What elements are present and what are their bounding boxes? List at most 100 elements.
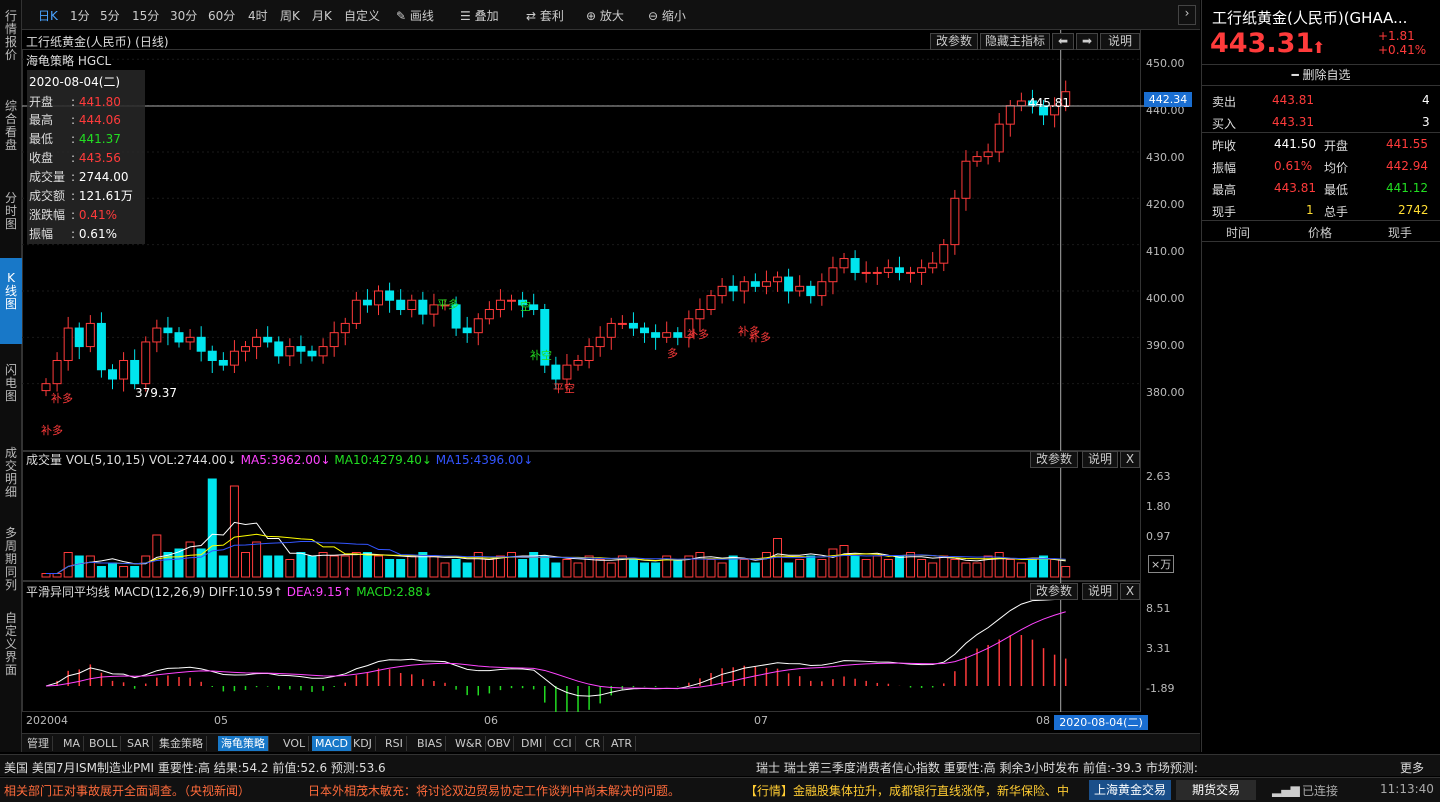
side-tab-intraday[interactable]: 分时图 [0, 190, 22, 233]
candle-body [484, 309, 494, 320]
volume-bar [141, 555, 151, 578]
signal-duo: 多 [667, 347, 678, 360]
period-4h[interactable]: 4时 [248, 7, 268, 24]
tab-manage[interactable]: 管理 [24, 736, 53, 751]
tab-sge[interactable]: 上海黄金交易 [1089, 780, 1171, 800]
main-params-button[interactable]: 改参数 [930, 33, 978, 50]
candle-body [961, 160, 971, 199]
zoom-in-button[interactable]: ⊕ 放大 [586, 7, 624, 24]
macd-close-button[interactable]: X [1120, 583, 1140, 600]
period-5min[interactable]: 5分 [100, 7, 120, 24]
period-60min[interactable]: 60分 [208, 7, 235, 24]
tab-cr[interactable]: CR [582, 736, 605, 751]
tab-cci[interactable]: CCI [550, 736, 576, 751]
vol-params-button[interactable]: 改参数 [1030, 451, 1078, 468]
zoom-out-button[interactable]: ⊖ 缩小 [648, 7, 686, 24]
vol-legend: 成交量 VOL(5,10,15) VOL:2744.00↓ MA5:3962.0… [26, 453, 534, 467]
tab-obv[interactable]: OBV [484, 736, 515, 751]
volume-bar [130, 566, 140, 578]
tab-atr[interactable]: ATR [608, 736, 637, 751]
tab-sar[interactable]: SAR [124, 736, 154, 751]
tab-futures[interactable]: 期货交易 [1176, 780, 1256, 800]
tab-vol[interactable]: VOL [280, 736, 310, 751]
chart-area[interactable]: 工行纸黄金(人民币) (日线) 海龟策略 HGCL 改参数 隐藏主指标 ⬅ ➡ … [22, 30, 1200, 730]
side-tab-flash[interactable]: 闪电图 [0, 362, 22, 405]
side-tab-quote[interactable]: 行情报价 [0, 8, 22, 64]
prev-arrow-button[interactable]: ⬅ [1052, 33, 1074, 50]
period-30min[interactable]: 30分 [170, 7, 197, 24]
tab-wr[interactable]: W&R [452, 736, 487, 751]
stat-label: 现手 [1212, 205, 1237, 219]
side-tab-trades[interactable]: 成交明细 [0, 445, 22, 501]
volume-bar [396, 559, 406, 578]
period-15min[interactable]: 15分 [132, 7, 159, 24]
date-tick: 05 [214, 714, 228, 727]
main-help-button[interactable]: 说明 [1100, 33, 1140, 50]
volume-bar [152, 534, 162, 578]
candle-body [407, 299, 417, 311]
tab-ma[interactable]: MA [60, 736, 85, 751]
period-month[interactable]: 月K [312, 7, 332, 24]
side-tab-overview[interactable]: 综合看盘 [0, 98, 22, 154]
draw-line-button[interactable]: ✎ 画线 [396, 7, 434, 24]
info-row: 收盘: 443.56 [29, 151, 121, 165]
overlay-button[interactable]: ☰ 叠加 [460, 7, 499, 24]
candle-info-box: 2020-08-04(二) 开盘: 441.80 最高: 444.06 最低: … [27, 70, 145, 244]
volume-bar [784, 562, 794, 578]
macd-help-button[interactable]: 说明 [1082, 583, 1118, 600]
vol-close-button[interactable]: X [1120, 451, 1140, 468]
candle-body [983, 151, 993, 158]
side-tab-multiperiod[interactable]: 多周期同列 [0, 525, 22, 594]
volume-bar [673, 559, 683, 578]
macd-params-button[interactable]: 改参数 [1030, 583, 1078, 600]
tab-jijin[interactable]: 集金策略 [156, 736, 207, 751]
volume-bar [41, 573, 51, 578]
candle-body [296, 346, 306, 352]
period-1min[interactable]: 1分 [70, 7, 90, 24]
news-ticker: 相关部门正对事故展开全面调查。（央视新闻） 日本外相茂木敏充：将讨论双边贸易协定… [0, 777, 1440, 802]
volume-bar [495, 555, 505, 578]
period-day[interactable]: 日K [38, 7, 58, 24]
candle-body [329, 332, 339, 348]
candle-body [994, 123, 1004, 153]
candle-body [163, 327, 173, 334]
period-custom[interactable]: 自定义 [344, 7, 380, 24]
stat-value: 1 [1306, 203, 1314, 217]
chart-canvas[interactable] [22, 30, 1200, 712]
tick-table-header: 时间 价格 现手 [1202, 220, 1440, 242]
tab-bias[interactable]: BIAS [414, 736, 447, 751]
tab-dmi[interactable]: DMI [518, 736, 547, 751]
ask-price: 443.81 [1272, 93, 1314, 107]
calendar-item[interactable]: 瑞士 瑞士第三季度消费者信心指数 重要性:高 剩余3小时发布 前值:-39.3 … [756, 759, 1198, 776]
candle-body [152, 327, 162, 343]
tab-turtle[interactable]: 海龟策略 [218, 736, 269, 751]
news-item[interactable]: 日本外相茂木敏充：将讨论双边贸易协定工作谈判中尚未解决的问题。 [308, 782, 680, 799]
calendar-item[interactable]: 美国 美国7月ISM制造业PMI 重要性:高 结果:54.2 前值:52.6 预… [4, 759, 386, 776]
tab-kdj[interactable]: KDJ [350, 736, 376, 751]
signal-bu-duo: 补多 [749, 331, 771, 344]
next-arrow-button[interactable]: ➡ [1076, 33, 1098, 50]
more-button[interactable]: 更多 [1400, 759, 1424, 776]
expand-right-button[interactable]: › [1178, 5, 1196, 25]
tab-boll[interactable]: BOLL [86, 736, 122, 751]
vol-help-button[interactable]: 说明 [1082, 451, 1118, 468]
signal-ping-duo: 平多 [437, 298, 459, 311]
volume-bar [307, 555, 317, 578]
side-tab-kline[interactable]: K线图 [0, 258, 22, 344]
info-date: 2020-08-04(二) [29, 75, 121, 89]
period-week[interactable]: 周K [280, 7, 300, 24]
volume-bar [872, 555, 882, 578]
remove-watchlist-button[interactable]: ━ 删除自选 [1202, 64, 1440, 86]
tab-rsi[interactable]: RSI [382, 736, 407, 751]
tab-macd[interactable]: MACD [312, 736, 352, 751]
volume-bar [263, 555, 273, 578]
news-item[interactable]: 相关部门正对事故展开全面调查。（央视新闻） [4, 782, 250, 799]
info-row: 成交量: 2744.00 [29, 170, 129, 184]
stat-value: 441.50 [1274, 137, 1316, 151]
side-tab-custom[interactable]: 自定义界面 [0, 610, 22, 679]
arbitrage-button[interactable]: ⇄ 套利 [526, 7, 564, 24]
volume-bar [961, 562, 971, 578]
candle-body [274, 341, 284, 357]
news-item[interactable]: 【行情】金融股集体拉升，成都银行直线涨停，新华保险、中 [745, 782, 1085, 799]
hide-main-indicator-button[interactable]: 隐藏主指标 [980, 33, 1050, 50]
